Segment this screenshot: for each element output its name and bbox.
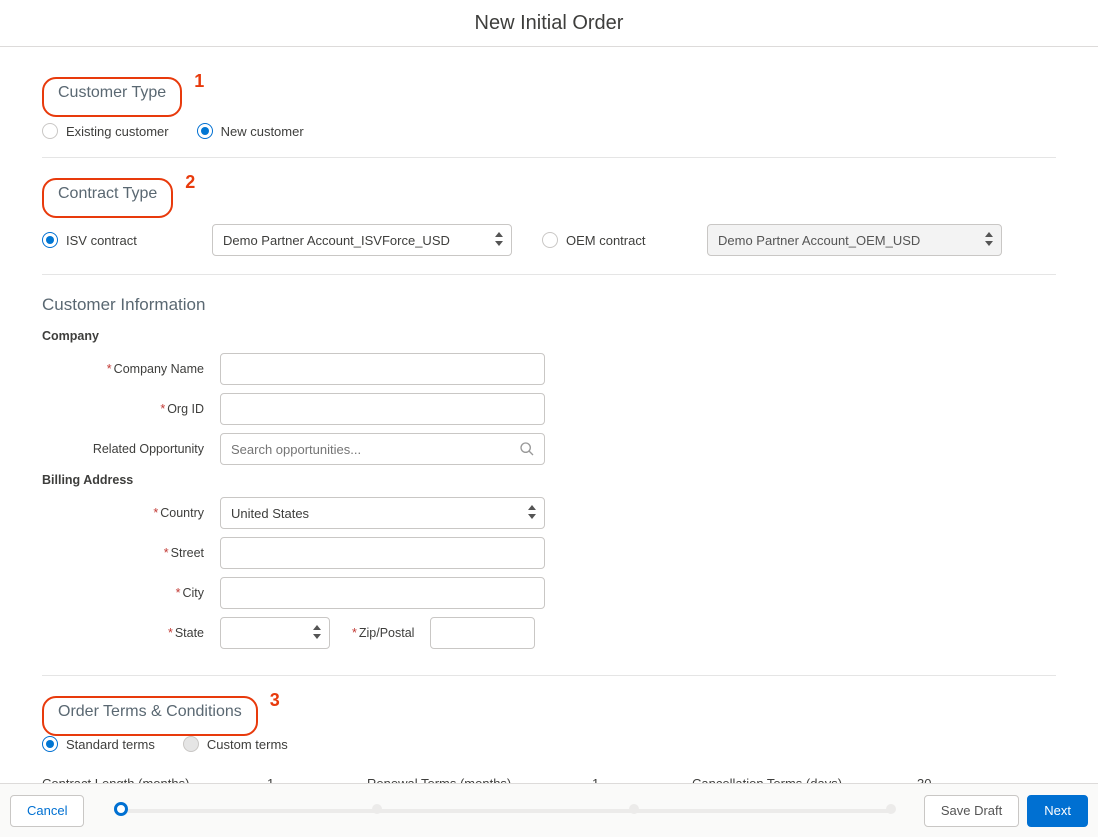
customer-type-existing-label: Existing customer	[66, 124, 169, 139]
standard-terms-radio[interactable]: Standard terms	[42, 736, 155, 752]
renewal-terms-label: Renewal Terms (months)	[367, 776, 592, 783]
search-icon	[519, 441, 535, 460]
city-input[interactable]	[220, 577, 545, 609]
callout-number-two: 2	[185, 172, 195, 193]
country-label: *Country	[42, 506, 220, 520]
custom-terms-radio[interactable]: Custom terms	[183, 736, 288, 752]
street-label: *Street	[42, 546, 220, 560]
page-header: New Initial Order	[0, 0, 1098, 47]
contract-length-value: 1	[267, 776, 367, 783]
standard-terms-label: Standard terms	[66, 737, 155, 752]
state-label: *State	[42, 626, 220, 640]
radio-icon	[542, 232, 558, 248]
contract-length-label: Contract Length (months)	[42, 776, 267, 783]
contract-type-isv-label: ISV contract	[66, 233, 137, 248]
org-id-input[interactable]	[220, 393, 545, 425]
progress-step-1	[114, 802, 128, 816]
customer-type-new-label: New customer	[221, 124, 304, 139]
customer-type-new-radio[interactable]: New customer	[197, 123, 304, 139]
progress-step-2	[372, 804, 382, 814]
oem-account-value: Demo Partner Account_OEM_USD	[718, 233, 920, 248]
cancellation-terms-value: 30	[917, 776, 1027, 783]
contract-type-heading-ring: Contract Type 2	[42, 178, 173, 218]
cancel-button[interactable]: Cancel	[10, 795, 84, 827]
chevron-updown-icon	[983, 232, 993, 246]
chevron-updown-icon	[311, 625, 321, 639]
isv-account-value: Demo Partner Account_ISVForce_USD	[223, 233, 450, 248]
next-button[interactable]: Next	[1027, 795, 1088, 827]
progress-step-3	[629, 804, 639, 814]
zip-label: *Zip/Postal	[330, 626, 430, 640]
billing-address-group-label: Billing Address	[42, 473, 1056, 487]
contract-type-isv-radio[interactable]: ISV contract	[42, 232, 212, 248]
customer-type-heading: Customer Type	[58, 84, 166, 102]
footer-bar: Cancel Save Draft Next	[0, 783, 1098, 837]
org-id-label: *Org ID	[42, 402, 220, 416]
isv-account-select[interactable]: Demo Partner Account_ISVForce_USD	[212, 224, 512, 256]
chevron-updown-icon	[526, 505, 536, 519]
radio-icon	[42, 123, 58, 139]
progress-step-4	[886, 804, 896, 814]
country-value: United States	[231, 506, 309, 521]
company-group-label: Company	[42, 329, 1056, 343]
radio-icon	[197, 123, 213, 139]
order-terms-section: Order Terms & Conditions 3 Standard term…	[42, 696, 1056, 783]
customer-type-existing-radio[interactable]: Existing customer	[42, 123, 169, 139]
order-terms-heading-ring: Order Terms & Conditions 3	[42, 696, 258, 736]
related-opportunity-input[interactable]	[220, 433, 545, 465]
form-body: Customer Type 1 Existing customer New cu…	[0, 47, 1098, 783]
company-name-input[interactable]	[220, 353, 545, 385]
progress-indicator	[84, 809, 923, 813]
custom-terms-label: Custom terms	[207, 737, 288, 752]
street-input[interactable]	[220, 537, 545, 569]
country-select[interactable]: United States	[220, 497, 545, 529]
contract-type-section: Contract Type 2 ISV contract Demo Partne…	[42, 178, 1056, 275]
page-title: New Initial Order	[475, 12, 624, 35]
radio-icon	[42, 736, 58, 752]
callout-number-one: 1	[194, 71, 204, 92]
customer-type-section: Customer Type 1 Existing customer New cu…	[42, 77, 1056, 158]
chevron-updown-icon	[493, 232, 503, 246]
customer-information-heading: Customer Information	[42, 295, 1056, 315]
state-select[interactable]	[220, 617, 330, 649]
radio-icon	[42, 232, 58, 248]
radio-icon	[183, 736, 199, 752]
company-name-label: *Company Name	[42, 362, 220, 376]
city-label: *City	[42, 586, 220, 600]
contract-type-oem-radio[interactable]: OEM contract	[542, 232, 707, 248]
save-draft-button[interactable]: Save Draft	[924, 795, 1019, 827]
customer-information-section: Customer Information Company *Company Na…	[42, 295, 1056, 676]
renewal-terms-value: 1	[592, 776, 692, 783]
order-terms-heading: Order Terms & Conditions	[58, 703, 242, 721]
related-opportunity-label: Related Opportunity	[42, 442, 220, 456]
zip-input[interactable]	[430, 617, 535, 649]
customer-type-heading-ring: Customer Type 1	[42, 77, 182, 117]
contract-type-heading: Contract Type	[58, 185, 157, 203]
oem-account-select: Demo Partner Account_OEM_USD	[707, 224, 1002, 256]
callout-number-three: 3	[270, 690, 280, 711]
cancellation-terms-label: Cancellation Terms (days)	[692, 776, 917, 783]
contract-type-oem-label: OEM contract	[566, 233, 645, 248]
